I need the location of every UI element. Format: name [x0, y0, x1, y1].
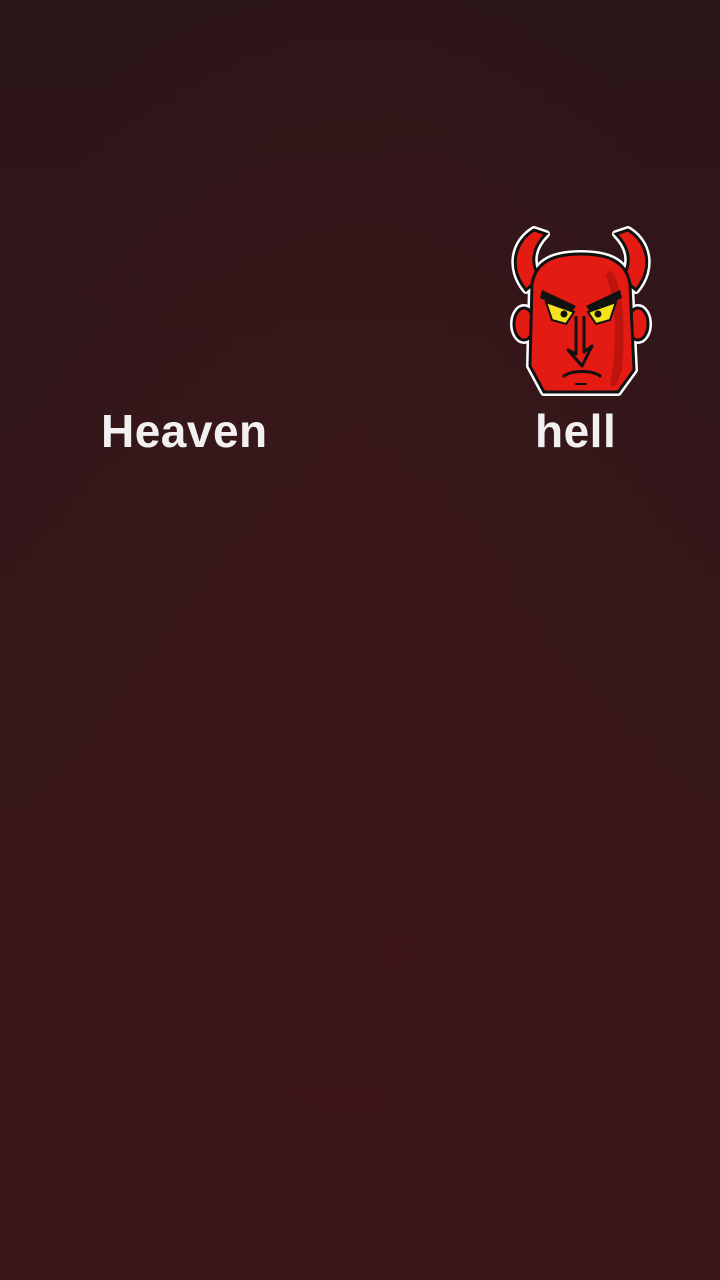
devil-face-icon — [506, 220, 656, 402]
video-frame: Heaven hell — [0, 0, 720, 1280]
heaven-label: Heaven — [101, 405, 268, 457]
hell-label: hell — [535, 405, 617, 457]
